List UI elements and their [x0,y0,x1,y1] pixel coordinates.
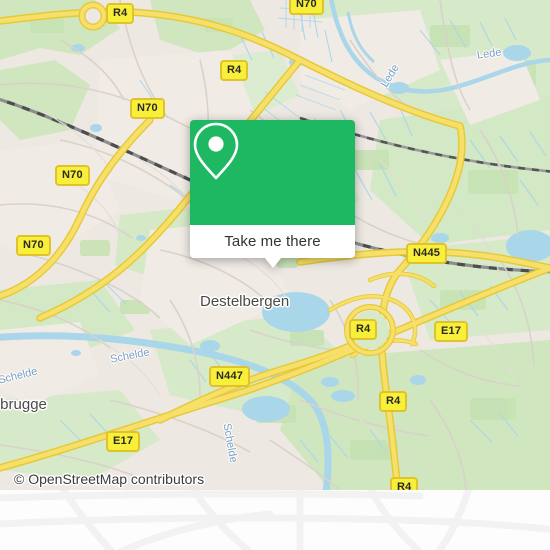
road-shield-r4: R4 [379,391,408,412]
footer-watermark-lines [0,490,550,550]
footer-bar: oogarts Lefévre destelbergen, Belgique [0,490,550,550]
road-shield-e17: E17 [106,431,141,452]
take-me-there-card[interactable]: Take me there [190,120,355,268]
road-shield-r4: R4 [220,60,249,81]
road-shield-n70: N70 [289,0,324,15]
card-pin-area [190,120,355,225]
road-shield-n445: N445 [406,243,448,264]
place-label-tbrugge: tbrugge [0,396,47,413]
road-shield-n70: N70 [55,165,90,186]
place-label-destelbergen: Destelbergen [200,293,290,310]
road-shield-e17: E17 [434,321,469,342]
map-pin-icon [193,122,239,180]
map-canvas[interactable]: Destelbergen tbrugge Lede Lede Schelde S… [0,0,550,490]
moovit-place-map-screenshot: Destelbergen tbrugge Lede Lede Schelde S… [0,0,550,550]
card-action-area[interactable]: Take me there [190,225,355,258]
road-shield-r4: R4 [349,319,378,340]
road-shield-n447: N447 [209,366,251,387]
take-me-there-label: Take me there [224,233,321,250]
osm-attribution[interactable]: © OpenStreetMap contributors [14,471,204,487]
road-shield-r4: R4 [390,477,419,490]
road-shield-n70: N70 [16,235,51,256]
road-shield-r4: R4 [106,3,135,24]
card-pointer-tail [264,257,282,268]
road-shield-n70: N70 [130,98,165,119]
